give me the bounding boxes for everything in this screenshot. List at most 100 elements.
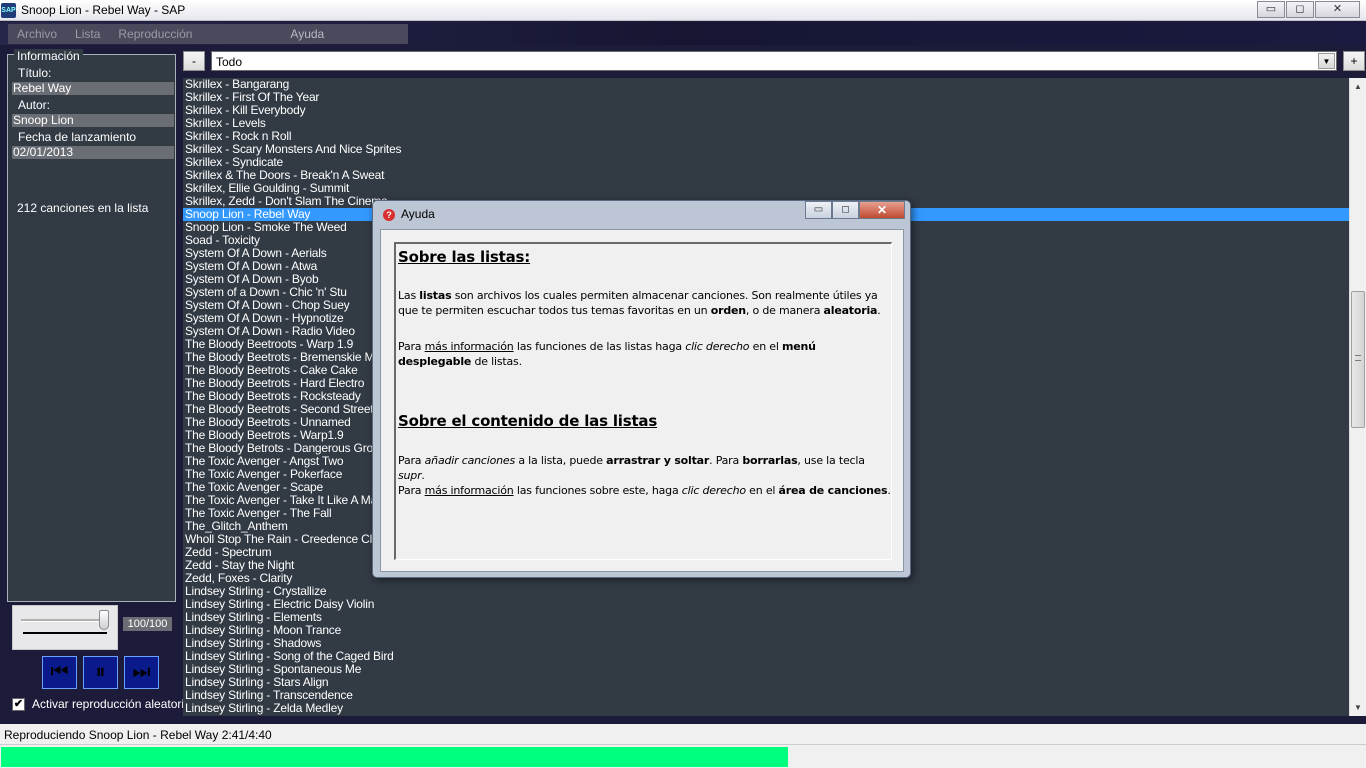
paragraph-songs-more: Para más información las funciones sobre…	[398, 483, 892, 498]
next-icon: ⏭	[132, 661, 151, 683]
text: .	[887, 484, 891, 497]
italic-text: clic derecho	[685, 340, 750, 353]
paragraph-lists-intro: Las listas son archivos los cuales permi…	[398, 288, 892, 318]
heading-lists: Sobre las listas:	[398, 248, 531, 266]
help-content: Sobre las listas: Las listas son archivo…	[394, 242, 892, 560]
remove-list-button[interactable]: -	[183, 51, 205, 71]
author-label: Autor:	[18, 98, 51, 112]
song-row[interactable]: Lindsey Stirling - Moon Trance	[183, 624, 1349, 637]
grip-icon	[1355, 355, 1361, 361]
paragraph-lists-more: Para más información las funciones de la…	[398, 339, 892, 369]
volume-thumb[interactable]	[99, 610, 109, 630]
author-value: Snoop Lion	[12, 114, 174, 127]
window-title: Snoop Lion - Rebel Way - SAP	[21, 3, 186, 17]
maximize-button[interactable]: ◻	[1286, 1, 1314, 18]
song-row[interactable]: Lindsey Stirling - Transcendence	[183, 689, 1349, 702]
list-selector[interactable]: Todo ▼	[211, 51, 1337, 71]
minimize-button[interactable]: ▭	[1257, 1, 1285, 18]
italic-text: supr	[398, 469, 422, 482]
scroll-thumb[interactable]	[1351, 291, 1365, 428]
dialog-minimize-button[interactable]: ▭	[805, 201, 832, 219]
volume-label: 100/100	[123, 617, 172, 631]
status-bar: Reproduciendo Snoop Lion - Rebel Way 2:4…	[0, 724, 1366, 744]
bold-text: aleatoria	[823, 304, 878, 317]
info-legend: Información	[14, 49, 83, 63]
dialog-window-controls: ▭ ◻ ✕	[805, 201, 905, 219]
bold-text: orden	[710, 304, 746, 317]
song-row[interactable]: Lindsey Stirling - Electric Daisy Violin	[183, 598, 1349, 611]
menu-strip: Archivo Lista Reproducción Ayuda	[8, 24, 408, 44]
now-playing-status: Reproduciendo Snoop Lion - Rebel Way 2:4…	[4, 728, 272, 742]
previous-button[interactable]: ⏮	[42, 656, 77, 689]
text: a la lista, puede	[515, 454, 607, 467]
paragraph-add-songs: Para añadir canciones a la lista, puede …	[398, 453, 892, 483]
dialog-maximize-button[interactable]: ◻	[832, 201, 859, 219]
bold-text: arrastrar y soltar	[606, 454, 710, 467]
song-row[interactable]: Skrillex - First Of The Year	[183, 91, 1349, 104]
text: Las	[398, 289, 420, 302]
italic-text: clic derecho	[681, 484, 746, 497]
date-label: Fecha de lanzamiento	[18, 130, 137, 144]
text: .	[877, 304, 881, 317]
song-row[interactable]: Lindsey Stirling - Spontaneous Me	[183, 663, 1349, 676]
underlined-text: más información	[424, 340, 514, 353]
scroll-up-icon[interactable]: ▲	[1350, 78, 1366, 95]
scroll-down-icon[interactable]: ▼	[1350, 699, 1366, 716]
help-icon: ?	[383, 209, 395, 221]
menu-reproduccion[interactable]: Reproducción	[109, 24, 201, 44]
playback-progress[interactable]	[0, 744, 1366, 768]
app-icon: SAP	[1, 3, 16, 18]
song-row[interactable]: Skrillex - Levels	[183, 117, 1349, 130]
title-value: Rebel Way	[12, 82, 174, 95]
add-list-button[interactable]: +	[1343, 51, 1365, 71]
song-count: 212 canciones en la lista	[17, 201, 149, 215]
list-selector-value: Todo	[216, 55, 243, 69]
previous-icon: ⏮	[50, 661, 69, 683]
info-panel: Información Título: Rebel Way Autor: Sno…	[7, 49, 176, 602]
song-row[interactable]: Skrillex & The Doors - Break'n A Sweat	[183, 169, 1349, 182]
text: las funciones sobre este, haga	[513, 484, 682, 497]
volume-track	[21, 619, 109, 622]
song-row[interactable]: Lindsey Stirling - Elements	[183, 611, 1349, 624]
menu-hidden-1[interactable]	[201, 24, 281, 44]
progress-fill	[1, 747, 788, 767]
menu-ayuda[interactable]: Ayuda	[281, 24, 333, 44]
menu-lista[interactable]: Lista	[66, 24, 109, 44]
menu-bar: Archivo Lista Reproducción Ayuda	[0, 22, 1366, 45]
italic-text: añadir canciones	[424, 454, 516, 467]
volume-slider[interactable]	[12, 605, 118, 650]
text: .	[421, 469, 425, 482]
song-row[interactable]: Lindsey Stirling - Zelda Medley	[183, 702, 1349, 715]
song-row[interactable]: Skrillex - Scary Monsters And Nice Sprit…	[183, 143, 1349, 156]
text: las funciones de las listas haga	[513, 340, 686, 353]
menu-hidden-2[interactable]	[333, 24, 393, 44]
shuffle-toggle[interactable]: ✔ Activar reproducción aleatoria	[12, 697, 191, 711]
date-value: 02/01/2013	[12, 146, 174, 159]
text: , use la tecla	[797, 454, 865, 467]
song-row[interactable]: Lindsey Stirling - Stars Align	[183, 676, 1349, 689]
title-bar: SAP Snoop Lion - Rebel Way - SAP ▭ ◻ ✕	[0, 0, 1366, 21]
underlined-text: más información	[424, 484, 514, 497]
text: en el	[749, 340, 782, 353]
text: Para	[398, 484, 425, 497]
dialog-title: Ayuda	[401, 207, 435, 221]
menu-archivo[interactable]: Archivo	[8, 24, 66, 44]
shuffle-checkbox[interactable]: ✔	[12, 697, 25, 711]
title-label: Título:	[18, 66, 52, 80]
bold-text: borrarlas	[742, 454, 798, 467]
chevron-down-icon[interactable]: ▼	[1318, 53, 1335, 69]
bold-text: área de canciones	[778, 484, 888, 497]
window-controls: ▭ ◻ ✕	[1256, 1, 1360, 18]
pause-button[interactable]: ⏸	[83, 656, 118, 689]
dialog-body: Sobre las listas: Las listas son archivo…	[380, 229, 904, 572]
song-list-scrollbar[interactable]: ▲ ▼	[1349, 78, 1366, 716]
volume-baseline	[23, 632, 107, 634]
pause-icon: ⏸	[95, 661, 106, 683]
shuffle-label: Activar reproducción aleatoria	[32, 697, 191, 711]
close-button[interactable]: ✕	[1315, 1, 1360, 18]
song-row[interactable]: Skrillex - Bangarang	[183, 78, 1349, 91]
dialog-close-button[interactable]: ✕	[859, 201, 905, 219]
next-button[interactable]: ⏭	[124, 656, 159, 689]
song-row[interactable]: Skrillex - Kill Everybody	[183, 104, 1349, 117]
heading-list-contents: Sobre el contenido de las listas	[398, 412, 658, 430]
